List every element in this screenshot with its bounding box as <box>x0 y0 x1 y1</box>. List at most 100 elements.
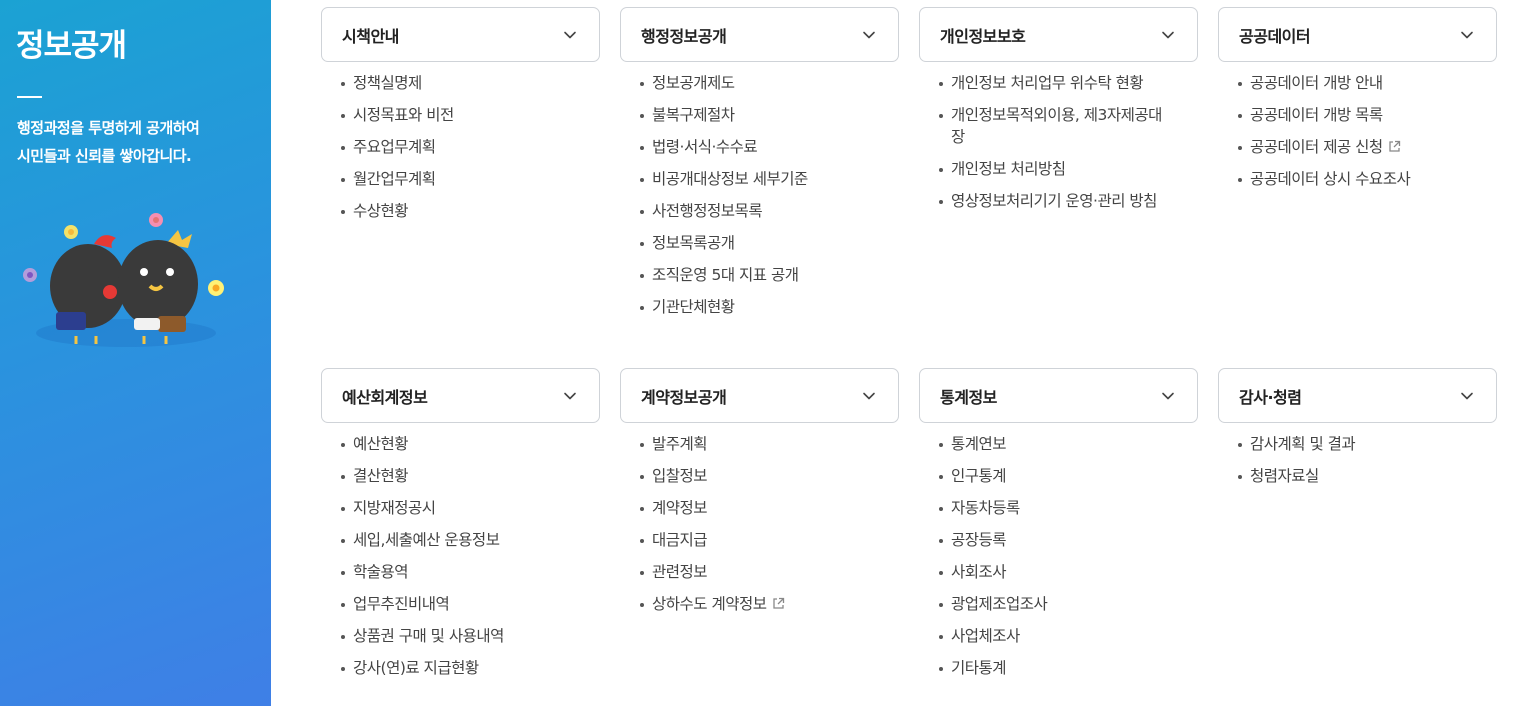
category-title: 시책안내 <box>342 26 399 46</box>
category-link-label: 학술용역 <box>353 563 409 581</box>
category-link-label: 공공데이터 제공 신청 <box>1250 138 1383 156</box>
category-link-label: 주요업무계획 <box>353 138 436 156</box>
chevron-down-icon[interactable] <box>860 387 878 405</box>
chevron-down-icon[interactable] <box>1159 26 1177 44</box>
external-link-icon <box>772 594 785 609</box>
category-link-label: 강사(연)료 지급현황 <box>353 659 479 677</box>
category-link-label: 기관단체현황 <box>652 298 735 316</box>
category-link-label: 계약정보 <box>652 499 708 517</box>
category-link-label: 대금지급 <box>652 531 708 549</box>
category-link[interactable]: 통계연보 <box>938 433 1163 455</box>
category-link[interactable]: 학술용역 <box>340 561 565 583</box>
category-list: 감사계획 및 결과청렴자료실 <box>1218 433 1497 487</box>
category-link[interactable]: 강사(연)료 지급현황 <box>340 657 565 679</box>
category-link[interactable]: 사회조사 <box>938 561 1163 583</box>
category-link-label: 영상정보처리기기 운영·관리 방침 <box>951 192 1157 210</box>
category-link[interactable]: 공공데이터 상시 수요조사 <box>1237 168 1462 190</box>
sidebar-desc-line: 시민들과 신뢰를 쌓아갑니다. <box>17 147 192 165</box>
category-link[interactable]: 수상현황 <box>340 200 565 222</box>
category-title: 공공데이터 <box>1239 26 1311 46</box>
category-link[interactable]: 관련정보 <box>639 561 864 583</box>
category-link-label: 결산현황 <box>353 467 409 485</box>
mascot-illustration <box>23 213 224 347</box>
category-link-label: 월간업무계획 <box>353 170 436 188</box>
category-link[interactable]: 공장등록 <box>938 529 1163 551</box>
category-dropdown[interactable]: 공공데이터 <box>1218 7 1497 62</box>
category-link[interactable]: 개인정보목적외이용, 제3자제공대장 <box>938 104 1163 148</box>
category-link-label: 공공데이터 개방 목록 <box>1250 106 1383 124</box>
category-link[interactable]: 광업제조업조사 <box>938 593 1163 615</box>
category-link[interactable]: 대금지급 <box>639 529 864 551</box>
category-link[interactable]: 청렴자료실 <box>1237 465 1462 487</box>
category-section: 통계정보통계연보인구통계자동차등록공장등록사회조사광업제조업조사사업체조사기타통… <box>919 368 1198 689</box>
category-dropdown[interactable]: 통계정보 <box>919 368 1198 423</box>
category-link[interactable]: 정보공개제도 <box>639 72 864 94</box>
category-link[interactable]: 세입,세출예산 운용정보 <box>340 529 565 551</box>
category-link[interactable]: 개인정보 처리업무 위수탁 현황 <box>938 72 1163 94</box>
category-link[interactable]: 상하수도 계약정보 <box>639 593 864 615</box>
category-link-label: 불복구제절차 <box>652 106 735 124</box>
category-link[interactable]: 자동차등록 <box>938 497 1163 519</box>
category-link[interactable]: 사전행정정보목록 <box>639 200 864 222</box>
category-link-label: 입찰정보 <box>652 467 708 485</box>
category-link-label: 공장등록 <box>951 531 1007 549</box>
category-link-label: 기타통계 <box>951 659 1007 677</box>
category-link[interactable]: 감사계획 및 결과 <box>1237 433 1462 455</box>
chevron-down-icon[interactable] <box>561 387 579 405</box>
chevron-down-icon[interactable] <box>561 26 579 44</box>
category-link[interactable]: 주요업무계획 <box>340 136 565 158</box>
category-title: 행정정보공개 <box>641 26 727 46</box>
category-section: 예산회계정보예산현황결산현황지방재정공시세입,세출예산 운용정보학술용역업무추진… <box>321 368 600 689</box>
category-link[interactable]: 법령·서식·수수료 <box>639 136 864 158</box>
category-dropdown[interactable]: 감사·청렴 <box>1218 368 1497 423</box>
chevron-down-icon[interactable] <box>1458 387 1476 405</box>
category-link[interactable]: 업무추진비내역 <box>340 593 565 615</box>
chevron-down-icon[interactable] <box>1458 26 1476 44</box>
category-link[interactable]: 공공데이터 개방 안내 <box>1237 72 1462 94</box>
category-link[interactable]: 불복구제절차 <box>639 104 864 126</box>
category-link[interactable]: 공공데이터 개방 목록 <box>1237 104 1462 126</box>
category-link[interactable]: 지방재정공시 <box>340 497 565 519</box>
category-link-label: 정보공개제도 <box>652 74 735 92</box>
category-link[interactable]: 계약정보 <box>639 497 864 519</box>
category-link[interactable]: 입찰정보 <box>639 465 864 487</box>
category-link-label: 법령·서식·수수료 <box>652 138 758 156</box>
category-link-label: 상하수도 계약정보 <box>652 595 767 613</box>
chevron-down-icon[interactable] <box>860 26 878 44</box>
category-section: 개인정보보호개인정보 처리업무 위수탁 현황개인정보목적외이용, 제3자제공대장… <box>919 7 1198 222</box>
category-link[interactable]: 결산현황 <box>340 465 565 487</box>
category-link[interactable]: 예산현황 <box>340 433 565 455</box>
category-link[interactable]: 비공개대상정보 세부기준 <box>639 168 864 190</box>
category-link[interactable]: 조직운영 5대 지표 공개 <box>639 264 864 286</box>
category-dropdown[interactable]: 개인정보보호 <box>919 7 1198 62</box>
category-link-label: 시정목표와 비전 <box>353 106 454 124</box>
category-dropdown[interactable]: 계약정보공개 <box>620 368 899 423</box>
chevron-down-icon[interactable] <box>1159 387 1177 405</box>
category-link-label: 세입,세출예산 운용정보 <box>353 531 500 549</box>
category-link[interactable]: 기관단체현황 <box>639 296 864 318</box>
category-link[interactable]: 시정목표와 비전 <box>340 104 565 126</box>
category-dropdown[interactable]: 예산회계정보 <box>321 368 600 423</box>
category-link-label: 업무추진비내역 <box>353 595 450 613</box>
category-link[interactable]: 정책실명제 <box>340 72 565 94</box>
sidebar: 정보공개 행정과정을 투명하게 공개하여 시민들과 신뢰를 쌓아갑니다. <box>0 0 271 706</box>
category-link[interactable]: 인구통계 <box>938 465 1163 487</box>
category-link[interactable]: 정보목록공개 <box>639 232 864 254</box>
category-link[interactable]: 월간업무계획 <box>340 168 565 190</box>
category-link[interactable]: 공공데이터 제공 신청 <box>1237 136 1462 158</box>
category-link[interactable]: 기타통계 <box>938 657 1163 679</box>
category-section: 행정정보공개정보공개제도불복구제절차법령·서식·수수료비공개대상정보 세부기준사… <box>620 7 899 328</box>
category-link-label: 공공데이터 상시 수요조사 <box>1250 170 1411 188</box>
category-link[interactable]: 사업체조사 <box>938 625 1163 647</box>
category-list: 공공데이터 개방 안내공공데이터 개방 목록공공데이터 제공 신청공공데이터 상… <box>1218 72 1497 190</box>
category-link-label: 통계연보 <box>951 435 1007 453</box>
category-section: 계약정보공개발주계획입찰정보계약정보대금지급관련정보상하수도 계약정보 <box>620 368 899 625</box>
category-link-label: 인구통계 <box>951 467 1007 485</box>
category-link[interactable]: 상품권 구매 및 사용내역 <box>340 625 565 647</box>
category-link[interactable]: 발주계획 <box>639 433 864 455</box>
category-dropdown[interactable]: 시책안내 <box>321 7 600 62</box>
category-dropdown[interactable]: 행정정보공개 <box>620 7 899 62</box>
category-link[interactable]: 영상정보처리기기 운영·관리 방침 <box>938 190 1163 212</box>
category-link-label: 상품권 구매 및 사용내역 <box>353 627 504 645</box>
category-link[interactable]: 개인정보 처리방침 <box>938 158 1163 180</box>
